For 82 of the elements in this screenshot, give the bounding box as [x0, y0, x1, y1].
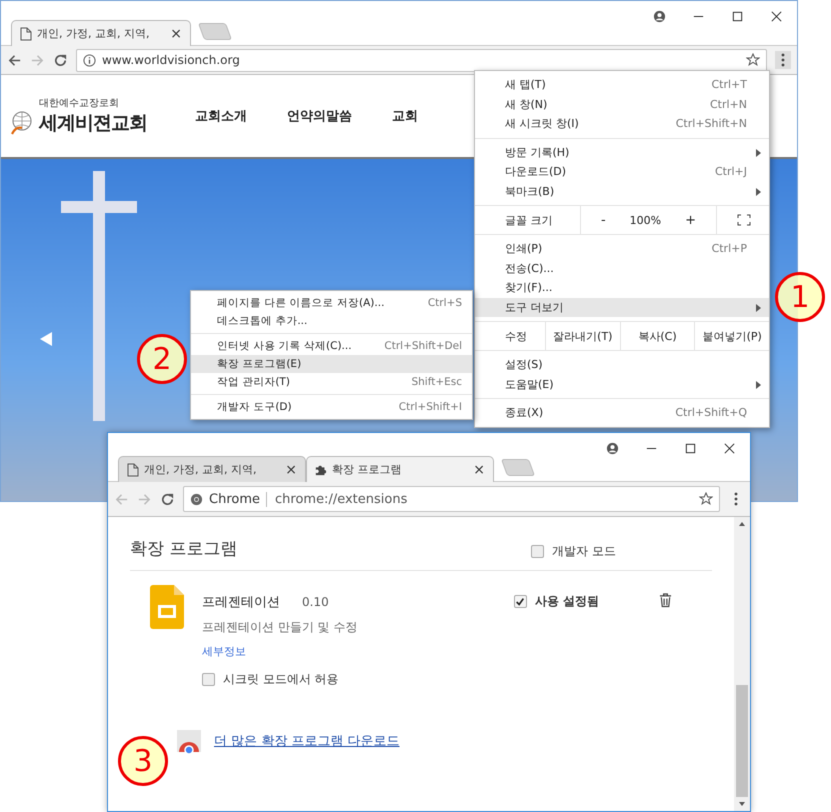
edit-button[interactable]: 붙여넣기(P) [695, 322, 770, 350]
menu-item[interactable]: 확장 프로그램(E) [191, 355, 472, 373]
zoom-out-button[interactable]: - [600, 212, 606, 228]
checkbox-label: 시크릿 모드에서 허용 [223, 671, 339, 688]
address-bar[interactable]: www.worldvisionch.org [76, 48, 767, 72]
tab-title: 개인, 가정, 교회, 지역, [37, 26, 150, 41]
menu-item[interactable]: 데스크톱에 추가... [191, 312, 472, 330]
store-link[interactable]: 더 많은 확장 프로그램 다운로드 [214, 732, 400, 750]
maximize-icon[interactable] [684, 442, 697, 455]
checkbox[interactable] [514, 595, 527, 608]
menu-item[interactable]: 페이지를 다른 이름으로 저장(A)... Ctrl+S [191, 294, 472, 312]
menu-item[interactable]: 개발자 도구(D) Ctrl+Shift+I [191, 398, 472, 416]
close-icon[interactable] [770, 10, 783, 23]
page-icon [127, 462, 139, 476]
browser-tab[interactable]: 개인, 가정, 교회, 지역, × [118, 456, 306, 482]
trash-icon[interactable] [659, 593, 672, 608]
checkbox-label: 사용 설정됨 [534, 593, 599, 610]
reload-icon[interactable] [53, 52, 68, 68]
browser-tab[interactable]: 확장 프로그램 × [306, 456, 494, 482]
account-icon[interactable] [653, 10, 666, 23]
checkbox[interactable] [531, 545, 544, 558]
menu-item[interactable]: 종료(X) Ctrl+Shift+Q [475, 403, 769, 422]
extension-description: 프레젠테이션 만들기 및 수정 [202, 619, 358, 636]
logo-text: 세계비젼교회 [39, 111, 147, 136]
callout-number: 1 [775, 272, 825, 322]
menu-item[interactable]: 찾기(F)... [475, 278, 769, 298]
page-title: 확장 프로그램 [130, 538, 238, 560]
maximize-icon[interactable] [731, 10, 744, 23]
extension-name: 프레젠테이션 [202, 594, 280, 611]
zoom-in-button[interactable]: + [685, 212, 696, 228]
puzzle-icon [315, 462, 327, 476]
extension-version: 0.10 [302, 595, 329, 609]
close-icon[interactable] [723, 442, 736, 455]
checkbox[interactable] [202, 673, 215, 686]
menu-item[interactable]: 방문 기록(H) [475, 142, 769, 162]
menu-item[interactable]: 설정(S) [475, 355, 769, 374]
menu-item[interactable]: 인쇄(P) Ctrl+P [475, 239, 769, 258]
edit-button[interactable]: 잘라내기(T) [546, 322, 621, 350]
tab-close[interactable]: × [170, 26, 182, 42]
checkbox-label: 개발자 모드 [552, 543, 616, 560]
scroll-up-icon[interactable] [738, 521, 746, 527]
site-label: Chrome [209, 492, 260, 506]
account-icon[interactable] [606, 442, 619, 455]
menu-label: 글꼴 크기 [504, 212, 554, 228]
nav-link[interactable]: 교회소개 [195, 107, 247, 125]
browser-tab[interactable]: 개인, 가정, 교회, 지역, × [11, 20, 191, 46]
info-icon [83, 54, 96, 66]
menu-item[interactable]: 도구 더보기 [475, 298, 769, 317]
previous-arrow-icon[interactable] [39, 331, 53, 347]
address-bar[interactable]: Chrome chrome://extensions [183, 486, 720, 512]
edit-button[interactable]: 복사(C) [620, 322, 696, 350]
scrollbar[interactable] [734, 517, 750, 811]
tab-title: 개인, 가정, 교회, 지역, [144, 462, 258, 477]
tab-title: 확장 프로그램 [332, 462, 402, 477]
tab-close[interactable]: × [285, 462, 297, 478]
back-arrow-icon[interactable] [7, 52, 22, 68]
menu-item[interactable]: 새 탭(T) Ctrl+T [475, 75, 769, 94]
star-icon[interactable] [699, 492, 713, 506]
menu-item[interactable]: 새 시크릿 창(I) Ctrl+Shift+N [475, 114, 769, 134]
menu-icon[interactable] [775, 51, 791, 69]
nav-link[interactable]: 언약의말씀 [287, 107, 352, 125]
reload-icon[interactable] [160, 492, 175, 506]
nav-link[interactable]: 교회 [392, 107, 418, 125]
menu-item[interactable]: 작업 관리자(T) Shift+Esc [191, 373, 472, 391]
tab-close[interactable]: × [473, 462, 485, 478]
star-icon[interactable] [746, 53, 760, 67]
zoom-level: 100% [630, 214, 662, 226]
menu-item[interactable]: 전송(C)... [475, 258, 769, 278]
chrome-logo-icon [190, 492, 203, 506]
page-icon [20, 26, 32, 40]
menu-item[interactable]: 새 창(N) Ctrl+N [475, 94, 769, 114]
menu-item[interactable]: 인터넷 사용 기록 삭제(C)... Ctrl+Shift+Del [191, 337, 472, 355]
menu-item[interactable]: 북마크(B) [475, 182, 769, 201]
logo-subtitle: 대한예수교장로회 [39, 97, 120, 110]
web-store-icon [176, 728, 202, 754]
menu-label: 수정 [475, 322, 546, 350]
menu-item[interactable]: 도움말(E) [475, 374, 769, 394]
slides-file-icon [150, 585, 184, 629]
menu-item[interactable]: 다운로드(D) Ctrl+J [475, 162, 769, 182]
scroll-down-icon[interactable] [738, 801, 746, 807]
fullscreen-icon[interactable] [737, 214, 751, 226]
details-link[interactable]: 세부정보 [202, 644, 514, 659]
